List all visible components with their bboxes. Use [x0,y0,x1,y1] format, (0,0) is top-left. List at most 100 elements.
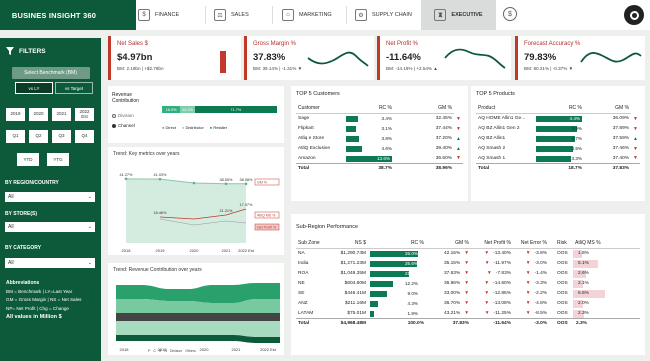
gm-point [244,182,248,186]
division-option[interactable]: Division [112,113,134,118]
kpi-mini-bar [220,51,226,73]
gm-value: 43.21% ▼ [426,309,471,319]
trend-down-icon: ▼ [456,125,461,132]
abbreviations-title: Abbreviations [6,280,40,286]
quarter-q1[interactable]: Q1 [6,130,25,143]
quarter-q3[interactable]: Q3 [52,130,71,143]
table-row[interactable]: NE $604.60M 12.2% 36.96% ▼ ▼ -14.60% ▼ -3.3% OOS 2… [296,279,640,289]
net-profit-value: ▼ -11.25% [471,309,513,319]
gm-value: 36.09% [612,116,630,122]
table-row[interactable]: Flipkart 3.1% 37.44% ▼ [296,124,463,134]
x-axis-label: 2019 [156,248,166,253]
sub-zone: LATAM [298,310,314,316]
tab-executive[interactable]: ♜ EXECUTIVE [421,0,496,30]
currency-icon[interactable]: $ [503,7,517,21]
table-row[interactable]: AQ BZ Allin1 Gen 2 3.9% 37.89% ▼ [476,124,640,134]
year-2022-est[interactable]: 2022 Est [75,108,94,121]
col-gm[interactable]: GM % [584,103,632,114]
stores-dropdown[interactable]: All ⌄ [5,222,95,232]
period-ytg[interactable]: YTG [47,153,69,166]
year-2021[interactable]: 2021 [52,108,71,121]
rc-bar [536,145,573,152]
ribbon-band [116,283,280,343]
col-product[interactable]: Product [476,103,534,114]
ms-value: 2.6% [578,271,589,276]
col-gm[interactable]: GM % [426,238,471,249]
kpi-benchmark: BM: 80.21% | -0.37% ▼ [524,66,574,71]
col-sub-zone[interactable]: Sub Zone [296,238,330,249]
table-row[interactable]: NA $1,290.74M 26.0% 42.15% ▼ ▼ -13.40% ▼ -3.8% OO… [296,249,640,259]
ms-value: 2.3% [578,310,589,316]
col-net-error[interactable]: Net Error % [513,238,549,249]
col-ns[interactable]: NS $ [330,238,368,249]
table-row[interactable]: LATAM $75.01M 1.9% 43.21% ▼ ▼ -11.25% ▼ -8.5% OOS… [296,309,640,319]
gm-point [192,181,196,185]
col-atliq-ms[interactable]: AtliQ MS % [573,238,640,249]
atliq-ms-cell: 2.3% [573,309,640,319]
table-row[interactable]: Sage 3.4% 32.45% ▼ [296,114,463,124]
benchmark-vs-target[interactable]: vs Target [55,82,93,94]
brand-tab-extension [108,0,136,30]
rc-bar-cell: 4.3% [368,299,426,309]
trend-down-icon: ▼ [484,251,490,257]
atliq-ms-cell: 1.8% [573,249,640,259]
tab-supply-chain[interactable]: ⚙ SUPPLY CHAIN [355,0,412,30]
channel-option[interactable]: Channel [112,123,135,128]
table-row[interactable]: Amazon 13.6% 36.60% ▼ [296,154,463,164]
tab-sales[interactable]: ⚖ SALES [214,0,249,30]
benchmark-vs-ly[interactable]: vs LY [15,82,53,94]
atliq-ms-cell: 5.1% [573,259,640,269]
x-label-2020: 2020 [200,347,210,352]
subregion-table: Sub Zone NS $ RC % GM % Net Profit % Net… [296,238,640,329]
net-error-value: ▼ -1.4% [513,269,549,279]
kpi-card-gross-margin[interactable]: Gross Margin % 37.83% BM: 39.14% | -1.31… [244,36,374,80]
tab-finance[interactable]: $ FINANCE [138,0,179,30]
col-gm[interactable]: GM % [394,103,455,114]
legend-distributor: ● Distributor [182,125,204,130]
chevron-down-icon: ⌄ [87,260,92,266]
year-2020[interactable]: 2020 [29,108,48,121]
table-row[interactable]: SE $446.41M 9.0% 33.00% ▼ ▼ -12.85% ▼ -2.2% OOS 6.… [296,289,640,299]
net-error-value: ▼ -3.0% [513,259,549,269]
table-row[interactable]: ROA $1,049.35M 21.1% 37.63% ▼ ▼ -7.83% ▼ -1.4% OO… [296,269,640,279]
tab-marketing[interactable]: ⌂ MARKETING [282,0,332,30]
rc-bar-cell: 3.3% [534,154,584,164]
sub-zone: SE [298,291,305,296]
col-rc[interactable]: RC % [368,238,426,249]
kpi-card-net-sales[interactable]: Net Sales $ $4.97bn BM: 2.19bn | +$2.78b… [108,36,241,80]
table-row[interactable]: AQ HOME Allin1 Ge... 4.4% 36.09% ▼ [476,114,640,124]
trend-down-icon: ▼ [456,155,461,162]
col-rc[interactable]: RC % [344,103,394,114]
kpi-card-net-profit[interactable]: Net Profit % -11.64% BM: -14.18% | +2.54… [377,36,511,80]
sub-zone: ROA [298,271,309,276]
quarter-q2[interactable]: Q2 [29,130,48,143]
rc-bar-cell: 13.6% [344,154,394,164]
total-gm: 37.83% [584,163,632,174]
col-net-profit[interactable]: Net Profit % [471,238,513,249]
period-ytd[interactable]: YTD [17,153,39,166]
gm-value: 37.20% [435,136,453,141]
table-row[interactable]: AQ Smash 1 3.3% 37.40% ▼ [476,154,640,164]
row-name: AQ BZ Allin1 Gen 2 [478,126,520,131]
col-rc[interactable]: RC % [534,103,584,114]
table-row[interactable]: AQ Smash 2 3.5% 37.46% ▼ [476,144,640,154]
table-row[interactable]: ANZ $211.16M 4.3% 36.70% ▼ ▼ -13.08% ▼ -4.8% OOS 2… [296,299,640,309]
kpi-value: -11.64% [386,52,421,63]
trend-down-icon: ▼ [464,291,469,296]
x-label-2018: 2018 [120,347,130,352]
year-2019[interactable]: 2019 [6,108,25,121]
row-name: Flipkart [298,126,314,131]
quarter-q4[interactable]: Q4 [75,130,94,143]
table-row[interactable]: AQ BZ Allin1 3.7% 37.59% ▲ [476,134,640,144]
table-row[interactable]: India $1,271.23M 25.6% 35.15% ▼ ▼ -11.97% ▼ -3.0… [296,259,640,269]
total-rc: 100.0% [368,318,426,329]
trend-revenue-title: Trend: Revenue Contribution over years [113,267,202,273]
kpi-card-forecast-accuracy[interactable]: Forecast Accuracy % 79.83% BM: 80.21% | … [515,36,645,80]
table-row[interactable]: Atliq e Store 3.8% 37.20% ▲ [296,134,463,144]
category-dropdown[interactable]: All ⌄ [5,258,95,268]
subregion-title: Sub-Region Performance [296,224,359,230]
table-row[interactable]: AtliQ Exclusive 4.6% 39.40% ▲ [296,144,463,154]
col-customer[interactable]: Customer [296,103,344,114]
region-dropdown[interactable]: All ⌄ [5,192,95,202]
col-risk[interactable]: Risk [549,238,573,249]
